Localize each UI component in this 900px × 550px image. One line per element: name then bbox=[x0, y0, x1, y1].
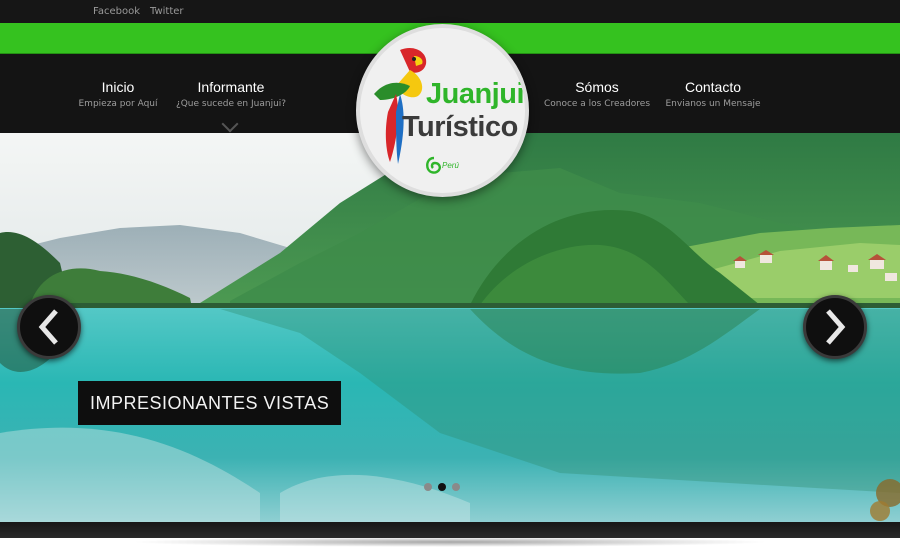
nav-title: Contacto bbox=[684, 79, 742, 95]
slider-dot[interactable] bbox=[424, 483, 432, 491]
peru-brand-icon bbox=[426, 156, 441, 174]
nav-subtitle: ¿Que sucede en Juanjui? bbox=[175, 99, 287, 109]
chevron-left-icon bbox=[38, 309, 58, 345]
parrot-icon bbox=[374, 47, 427, 164]
slide-caption: IMPRESIONANTES VISTAS bbox=[78, 381, 342, 425]
logo-peru-label: Perú bbox=[442, 161, 459, 170]
logo-subtitle: Turístico bbox=[402, 111, 518, 143]
logo-title: Juanjui bbox=[426, 78, 525, 110]
chevron-right-icon bbox=[826, 309, 846, 345]
nav-title: Informante bbox=[197, 79, 265, 95]
nav-item-contacto[interactable]: Contacto Envianos un Mensaje bbox=[643, 79, 783, 109]
top-bar: Facebook Twitter bbox=[0, 0, 900, 23]
slider-next-button[interactable] bbox=[803, 295, 867, 359]
facebook-link[interactable]: Facebook bbox=[93, 6, 140, 17]
site-logo[interactable]: Juanjui Turístico Perú bbox=[356, 24, 529, 197]
nav-subtitle: Envianos un Mensaje bbox=[665, 99, 761, 109]
slider-dot-active[interactable] bbox=[438, 483, 446, 491]
nav-item-informante[interactable]: Informante ¿Que sucede en Juanjui? bbox=[161, 79, 301, 109]
slider-dot[interactable] bbox=[452, 483, 460, 491]
slider-pagination bbox=[424, 483, 460, 491]
slider-bottom-bar bbox=[0, 522, 900, 538]
twitter-link[interactable]: Twitter bbox=[150, 6, 184, 17]
slider-prev-button[interactable] bbox=[17, 295, 81, 359]
slider-shadow bbox=[130, 537, 770, 547]
